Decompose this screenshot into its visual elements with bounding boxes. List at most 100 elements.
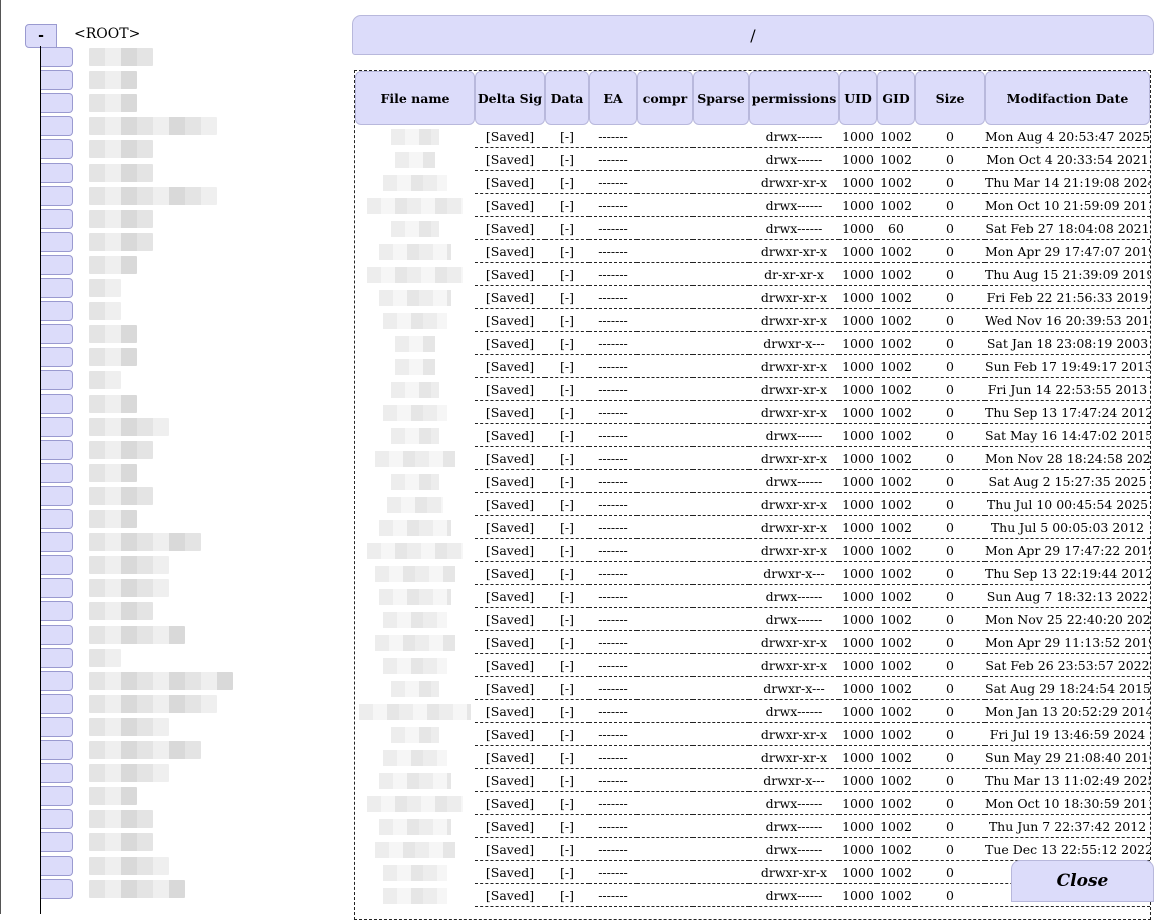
tree-node[interactable]: folder-13 <box>41 323 361 346</box>
tree-node[interactable]: folder-25 <box>41 600 361 623</box>
tree-node-label[interactable]: folder-04 <box>89 117 217 136</box>
column-header[interactable]: Sparse <box>693 71 749 125</box>
tree-node[interactable]: folder-05 <box>41 138 361 161</box>
tree-node-expand-button[interactable] <box>41 254 73 275</box>
tree-node-expand-button[interactable] <box>41 693 73 714</box>
tree-node[interactable]: folder-12 <box>41 300 361 323</box>
tree-node[interactable]: folder-16 <box>41 393 361 416</box>
tree-node-label[interactable]: folder-09 <box>89 232 153 251</box>
tree-node-label[interactable]: folder-23 <box>89 556 169 575</box>
column-header[interactable]: UID <box>839 71 877 125</box>
table-row[interactable]: [Saved] [-] ------- drwxr-x--- 1000 1002 0 Thu … <box>355 562 1150 585</box>
file-name[interactable] <box>367 795 463 812</box>
root-label[interactable]: <ROOT> <box>74 26 140 42</box>
tree-node-label[interactable]: folder-26 <box>89 625 185 644</box>
tree-node-expand-button[interactable] <box>41 231 73 252</box>
tree-node[interactable]: folder-06 <box>41 162 361 185</box>
tree-node[interactable]: folder-11 <box>41 277 361 300</box>
table-row[interactable]: [Saved] [-] ------- drwxr-xr-x 1000 1002 0 Fri … <box>355 286 1150 309</box>
tree-node-label[interactable]: folder-37 <box>89 879 185 898</box>
table-row[interactable]: [Saved] [-] ------- drwx------ 1000 60 0 Sat Fe… <box>355 217 1150 240</box>
root-collapse-button[interactable]: - <box>25 24 57 48</box>
table-row[interactable]: [Saved] [-] ------- drwxr-xr-x 1000 1002 0 Thu … <box>355 401 1150 424</box>
close-button[interactable]: Close <box>1011 860 1154 902</box>
file-name[interactable] <box>383 404 447 421</box>
tree-node-label[interactable]: folder-36 <box>89 856 169 875</box>
tree-node[interactable]: folder-15 <box>41 369 361 392</box>
tree-node-label[interactable]: folder-18 <box>89 440 153 459</box>
tree-node-expand-button[interactable] <box>41 555 73 576</box>
tree-node-label[interactable]: folder-02 <box>89 71 137 90</box>
file-name[interactable] <box>391 473 439 490</box>
file-name[interactable] <box>367 197 463 214</box>
tree-node-label[interactable]: folder-21 <box>89 510 137 528</box>
table-row[interactable]: [Saved] [-] ------- drwx------ 1000 1002 0 Sat … <box>355 424 1150 447</box>
tree-node-label[interactable]: folder-13 <box>89 325 137 344</box>
file-table-container[interactable]: File name Delta Sig Data EA compr Sparse permi… <box>354 70 1151 920</box>
tree-node[interactable]: folder-10 <box>41 254 361 277</box>
tree-node-label[interactable]: folder-28 <box>89 671 233 690</box>
tree-node[interactable]: folder-07 <box>41 185 361 208</box>
tree-node-label[interactable]: folder-12 <box>89 302 121 321</box>
table-row[interactable]: [Saved] [-] ------- drwxr-xr-x 1000 1002 0 Thu … <box>355 493 1150 516</box>
tree-node-expand-button[interactable] <box>41 70 73 91</box>
file-name[interactable] <box>379 772 451 789</box>
table-row[interactable]: [Saved] [-] ------- drwxr-xr-x 1000 1002 0 Sun … <box>355 746 1150 769</box>
tree-node-expand-button[interactable] <box>41 162 73 183</box>
tree-node-label[interactable]: folder-34 <box>89 810 153 829</box>
tree-node[interactable]: folder-32 <box>41 762 361 785</box>
tree-node-expand-button[interactable] <box>41 416 73 437</box>
tree-node[interactable]: folder-30 <box>41 716 361 739</box>
file-name[interactable] <box>391 128 439 145</box>
table-row[interactable]: [Saved] [-] ------- drwxr-xr-x 1000 1002 0 Mon … <box>355 631 1150 654</box>
tree-node-label[interactable]: folder-10 <box>89 255 137 274</box>
tree-node-label[interactable]: folder-06 <box>89 163 153 182</box>
tree-node[interactable]: folder-23 <box>41 554 361 577</box>
table-row[interactable]: [Saved] [-] ------- drwx------ 1000 1002 0 Mon … <box>355 792 1150 815</box>
file-name[interactable] <box>391 381 439 398</box>
tree-node-expand-button[interactable] <box>41 832 73 853</box>
tree-node-label[interactable]: folder-27 <box>89 648 121 667</box>
file-name[interactable] <box>375 565 455 582</box>
tree-node-expand-button[interactable] <box>41 347 73 368</box>
table-row[interactable]: [Saved] [-] ------- drwxr-x--- 1000 1002 0 Sat … <box>355 677 1150 700</box>
tree-node-expand-button[interactable] <box>41 324 73 345</box>
table-row[interactable]: [Saved] [-] ------- drwxr-xr-x 1000 1002 0 Thu … <box>355 171 1150 194</box>
tree-node[interactable]: folder-18 <box>41 439 361 462</box>
column-header[interactable]: Modifaction Date <box>985 71 1150 125</box>
file-name[interactable] <box>379 818 451 835</box>
tree-node[interactable]: folder-31 <box>41 739 361 762</box>
column-header[interactable]: compr <box>637 71 693 125</box>
tree-node-expand-button[interactable] <box>41 393 73 414</box>
tree-node-expand-button[interactable] <box>41 647 73 668</box>
column-header[interactable]: Data <box>545 71 589 125</box>
tree-node-expand-button[interactable] <box>41 116 73 137</box>
tree-node[interactable]: folder-02 <box>41 69 361 92</box>
tree-node-label[interactable]: folder-16 <box>89 394 137 413</box>
file-name[interactable] <box>367 542 463 559</box>
tree-node-label[interactable]: folder-25 <box>89 602 153 621</box>
column-header[interactable]: File name <box>355 71 475 125</box>
file-name[interactable] <box>391 220 439 237</box>
tree-node-label[interactable]: folder-31 <box>89 741 201 759</box>
tree-node-label[interactable]: folder-08 <box>89 209 153 228</box>
tree-node-expand-button[interactable] <box>41 763 73 784</box>
file-name[interactable] <box>391 680 439 697</box>
file-name[interactable] <box>383 749 447 766</box>
tree-node-expand-button[interactable] <box>41 185 73 206</box>
tree-node-label[interactable]: folder-20 <box>89 486 153 505</box>
table-row[interactable]: [Saved] [-] ------- drwxr-xr-x 1000 1002 0 Sat … <box>355 654 1150 677</box>
tree-node[interactable]: folder-21 <box>41 508 361 531</box>
tree-node[interactable]: folder-34 <box>41 808 361 831</box>
tree-node[interactable]: folder-01 <box>41 46 361 69</box>
tree-node-label[interactable]: folder-29 <box>89 694 217 713</box>
column-header[interactable]: Size <box>915 71 985 125</box>
tree-node[interactable]: folder-22 <box>41 531 361 554</box>
tree-node-label[interactable]: folder-07 <box>89 186 217 205</box>
column-header[interactable]: Delta Sig <box>475 71 545 125</box>
file-name[interactable] <box>379 519 451 536</box>
table-row[interactable]: [Saved] [-] ------- drwx------ 1000 1002 0 Tue … <box>355 838 1150 861</box>
table-row[interactable]: [Saved] [-] ------- drwx------ 1000 1002 0 Mon … <box>355 194 1150 217</box>
tree-node-label[interactable]: folder-15 <box>89 371 121 390</box>
tree-node-label[interactable]: folder-35 <box>89 833 153 852</box>
